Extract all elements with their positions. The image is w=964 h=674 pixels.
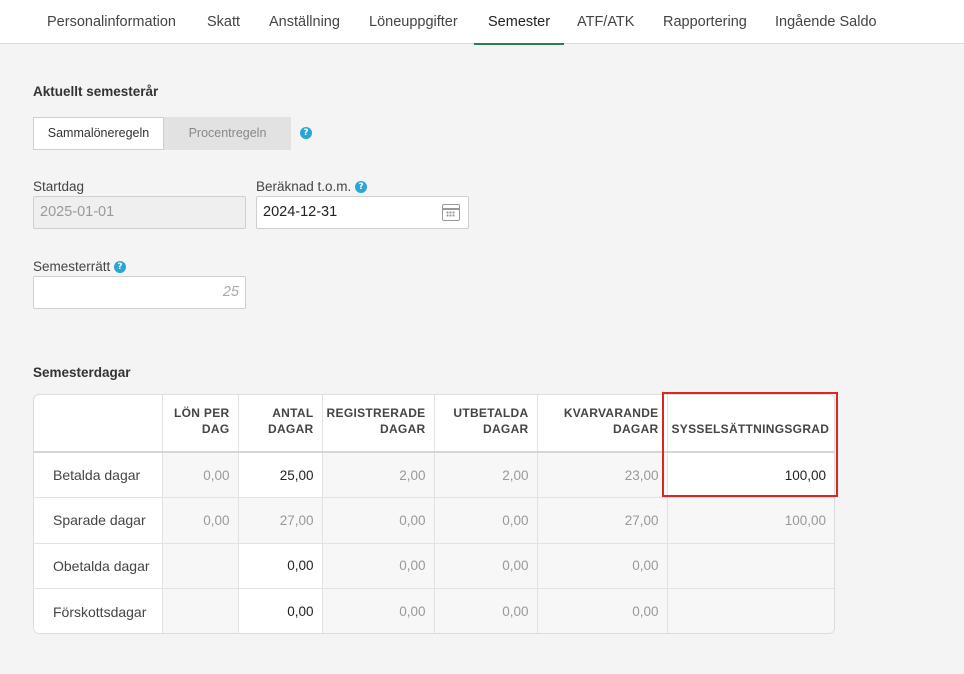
header-utbetalda-dagar: UTBETALDA DAGAR [434,395,538,453]
header-empty [34,395,163,453]
cell-sysselsattningsgrad: 100,00 [667,497,834,544]
question-circle-icon[interactable]: ? [300,127,312,139]
header-kvarvarande-dagar: KVARVARANDE DAGAR [537,395,668,453]
tab-skatt[interactable]: Skatt [207,0,240,44]
tab-rapportering[interactable]: Rapportering [663,0,747,44]
cell-sysselsattningsgrad [667,543,834,589]
cell-registrerade-dagar: 0,00 [322,543,435,589]
cell-utbetalda-dagar: 0,00 [434,543,538,589]
vacation-days-table: LÖN PER DAG ANTAL DAGAR REGISTRERADE DAG… [33,394,835,634]
section-title-current-year: Aktuellt semesterår [33,84,159,99]
startdag-label: Startdag [33,179,85,194]
cell-kvarvarande-dagar: 23,00 [537,452,668,498]
cell-utbetalda-dagar: 0,00 [434,588,538,633]
table-row: Förskottsdagar 0,00 0,00 0,00 0,00 [34,588,834,633]
row-label: Obetalda dagar [34,543,163,589]
header-antal-dagar: ANTAL DAGAR [238,395,323,453]
row-label: Förskottsdagar [34,588,163,633]
tab-loneuppgifter[interactable]: Löneuppgifter [369,0,458,44]
cell-antal-dagar-input[interactable]: 0,00 [238,543,323,589]
cell-lon-per-dag [162,588,239,633]
calc-until-label-text: Beräknad t.o.m. [256,179,352,194]
cell-registrerade-dagar: 2,00 [322,452,435,498]
cell-registrerade-dagar: 0,00 [322,497,435,544]
cell-sysselsattningsgrad [667,588,834,633]
calc-until-label: Beräknad t.o.m. ? [256,179,368,194]
table-row: Betalda dagar 0,00 25,00 2,00 2,00 23,00… [34,452,834,498]
cell-lon-per-dag: 0,00 [162,497,239,544]
cell-kvarvarande-dagar: 27,00 [537,497,668,544]
semesterratt-field[interactable]: 25 [33,276,246,309]
startdag-field: 2025-01-01 [33,196,246,229]
cell-antal-dagar-input[interactable]: 0,00 [238,588,323,633]
section-title-vacation-days: Semesterdagar [33,365,131,380]
calc-until-date-value: 2024-12-31 [263,204,338,220]
calendar-icon[interactable] [442,204,460,221]
tab-ingaende-saldo[interactable]: Ingående Saldo [775,0,877,44]
semesterratt-label: Semesterrätt ? [33,259,127,274]
rule-option-sammaloneregeln[interactable]: Sammalöneregeln [33,117,164,150]
row-label: Betalda dagar [34,452,163,498]
cell-utbetalda-dagar: 2,00 [434,452,538,498]
tab-semester[interactable]: Semester [473,0,565,45]
table-row: Sparade dagar 0,00 27,00 0,00 0,00 27,00… [34,497,834,544]
header-lon-per-dag: LÖN PER DAG [162,395,239,453]
cell-lon-per-dag: 0,00 [162,452,239,498]
cell-utbetalda-dagar: 0,00 [434,497,538,544]
tab-personalinformation[interactable]: Personalinformation [47,0,176,44]
calc-until-date-field[interactable]: 2024-12-31 [256,196,469,229]
tab-atf-atk[interactable]: ATF/ATK [577,0,634,44]
cell-antal-dagar: 27,00 [238,497,323,544]
rule-option-procentregeln[interactable]: Procentregeln [164,117,291,150]
cell-lon-per-dag [162,543,239,589]
header-sysselsattningsgrad: SYSSELSÄTTNINGSGRAD [667,395,834,453]
row-label: Sparade dagar [34,497,163,544]
question-circle-icon[interactable]: ? [114,261,127,274]
cell-kvarvarande-dagar: 0,00 [537,588,668,633]
rule-toggle: Sammalöneregeln Procentregeln [33,117,291,150]
cell-registrerade-dagar: 0,00 [322,588,435,633]
table-row: Obetalda dagar 0,00 0,00 0,00 0,00 [34,543,834,589]
header-registrerade-dagar: REGISTRERADE DAGAR [322,395,435,453]
cell-antal-dagar-input[interactable]: 25,00 [238,452,323,498]
cell-sysselsattningsgrad-input[interactable]: 100,00 [667,452,834,498]
tab-bar: Personalinformation Skatt Anställning Lö… [0,0,964,45]
tab-anstallning[interactable]: Anställning [269,0,340,44]
table-header-row: LÖN PER DAG ANTAL DAGAR REGISTRERADE DAG… [34,395,834,453]
semesterratt-label-text: Semesterrätt [33,259,111,274]
cell-kvarvarande-dagar: 0,00 [537,543,668,589]
question-circle-icon[interactable]: ? [355,181,368,194]
